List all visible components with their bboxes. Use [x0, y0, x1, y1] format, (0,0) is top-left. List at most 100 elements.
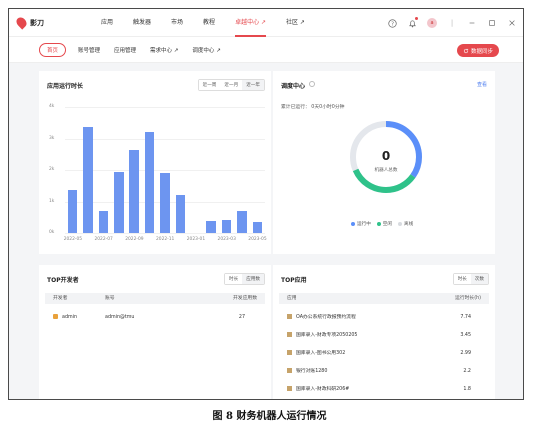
- app-hours-cell: 1.8: [463, 387, 471, 392]
- dev-table-header: 开发者 账号 开发应用数: [45, 293, 265, 304]
- view-link[interactable]: 查看: [477, 81, 487, 88]
- bar-2022-11[interactable]: [160, 173, 170, 233]
- app-name: 影刀: [30, 18, 44, 27]
- tab-demand-center[interactable]: 需求中心 ↗: [150, 46, 178, 54]
- app-name-cell: 国库录入-图书公用302: [287, 345, 345, 363]
- col-app: 应用: [287, 296, 297, 301]
- table-row[interactable]: 国库录入-财政科研206# 1.8: [279, 381, 489, 399]
- table-row[interactable]: 银行对账1280 2.2: [279, 363, 489, 381]
- app-tab-duration[interactable]: 时长: [453, 274, 471, 284]
- top-developers-card: TOP开发者 时长 应用数 开发者 账号 开发应用数 admin admin@t…: [39, 265, 271, 399]
- svg-text:?: ?: [391, 21, 394, 27]
- divider: |: [450, 19, 454, 27]
- legend-dot-offline: [398, 222, 402, 226]
- bar-2022-05[interactable]: [67, 190, 78, 233]
- app-hours-cell: 2.2: [463, 369, 471, 374]
- tab-app-management[interactable]: 应用管理: [114, 46, 136, 54]
- app-icon: [287, 368, 292, 373]
- col-app-count: 开发应用数: [233, 296, 257, 301]
- bar-2022-08[interactable]: [114, 171, 124, 233]
- y-tick-label: 4k: [49, 104, 55, 109]
- x-tick-label: 2022-11: [156, 237, 175, 242]
- figure-caption: 图 8 财务机器人运行情况: [212, 411, 327, 422]
- grid-line: [65, 107, 265, 108]
- app-name-cell: 银行对账1280: [287, 363, 327, 381]
- table-row[interactable]: admin admin@tmu 27: [45, 309, 265, 327]
- info-icon[interactable]: [309, 81, 315, 87]
- range-year[interactable]: 近一年: [242, 80, 264, 90]
- table-row[interactable]: 国库录入-财政专项2050205 3.45: [279, 327, 489, 345]
- nav-apps[interactable]: 应用: [101, 9, 113, 37]
- range-week[interactable]: 近一周: [198, 80, 221, 90]
- dev-sort-tabs: 时长 应用数: [224, 273, 265, 285]
- app-hours-cell: 2.99: [460, 351, 471, 356]
- app-icon: [287, 386, 292, 391]
- help-icon[interactable]: ?: [387, 18, 397, 28]
- bar-2023-05[interactable]: [252, 221, 263, 233]
- bar-2023-04[interactable]: [237, 210, 247, 233]
- bar-2022-10[interactable]: [144, 132, 155, 233]
- bar-2022-06[interactable]: [83, 127, 93, 233]
- app-logo[interactable]: 影刀: [14, 15, 87, 30]
- tab-home[interactable]: 首页: [39, 42, 67, 57]
- donut-legend: 运行中 空闲 离线: [345, 221, 413, 227]
- robot-count-label: 机器人总数: [374, 168, 398, 173]
- notification-dot: [415, 17, 418, 20]
- y-tick-label: 2k: [49, 167, 55, 172]
- x-tick-label: 2022-09: [125, 237, 144, 242]
- runtime-card: 应用运行时长 近一周 近一月 近一年 4k 3k 2k 1k 0k 2022-05 2022…: [39, 71, 271, 254]
- tab-account-management[interactable]: 账号管理: [78, 46, 100, 54]
- bar-2022-09[interactable]: [129, 149, 139, 233]
- sync-button[interactable]: 数据同步: [456, 44, 499, 57]
- x-tick-label: 2023-01: [186, 237, 206, 242]
- nav-tutorials[interactable]: 教程: [203, 9, 215, 37]
- bar-2022-07[interactable]: [98, 210, 109, 233]
- dev-tab-app-count[interactable]: 应用数: [242, 274, 264, 284]
- table-row[interactable]: OA办公系统行政报预约流程 7.74: [279, 309, 489, 327]
- sub-nav: 首页 账号管理 应用管理 需求中心 ↗ 调度中心 ↗: [39, 42, 235, 57]
- top-apps-card: TOP应用 时长 次数 应用 运行时长(h) OA办公系统行政报预约流程 7.7…: [273, 265, 495, 399]
- grid-line: [65, 170, 265, 171]
- minimize-icon[interactable]: [467, 18, 477, 28]
- nav-community[interactable]: 社区 ↗: [286, 9, 305, 37]
- col-runtime: 运行时长(h): [455, 296, 481, 301]
- range-month[interactable]: 近一月: [220, 80, 243, 90]
- legend-running: 运行中: [357, 222, 371, 227]
- top-dev-title: TOP开发者: [47, 277, 79, 284]
- bar-2023-03[interactable]: [221, 220, 232, 233]
- app-tab-count[interactable]: 次数: [470, 274, 488, 284]
- app-name-cell: 国库录入-财政科研206#: [287, 381, 349, 399]
- nav-market[interactable]: 市场: [171, 9, 183, 37]
- app-icon: [287, 332, 292, 337]
- schedule-card: 调度中心 查看 累计已运行： 0天0小时0分钟 0 机器人总数 运行中 空闲 离…: [273, 71, 495, 254]
- app-window: 影刀 应用 触发器 市场 教程 卓越中心 ↗ 社区 ↗ ? a | 首页 账号管…: [8, 8, 524, 400]
- avatar[interactable]: a: [427, 18, 437, 28]
- dev-tab-duration[interactable]: 时长: [225, 274, 243, 284]
- grid-line: [65, 233, 265, 234]
- bar-2023-02[interactable]: [206, 221, 216, 233]
- y-tick-label: 1k: [49, 198, 55, 204]
- tab-schedule-center[interactable]: 调度中心 ↗: [192, 46, 220, 54]
- runtime-title: 应用运行时长: [47, 83, 84, 90]
- app-table-header: 应用 运行时长(h): [279, 293, 489, 304]
- nav-triggers[interactable]: 触发器: [133, 9, 151, 37]
- legend-offline: 离线: [404, 222, 414, 227]
- x-tick-label: 2022-05: [63, 237, 83, 242]
- app-name-cell: 国库录入-财政专项2050205: [287, 327, 357, 345]
- x-tick-label: 2023-03: [217, 237, 236, 242]
- schedule-title: 调度中心: [281, 83, 306, 90]
- x-tick-label: 2022-07: [94, 237, 113, 242]
- nav-excellence-center[interactable]: 卓越中心 ↗: [235, 9, 266, 37]
- col-developer: 开发者: [53, 296, 68, 301]
- close-icon[interactable]: [507, 18, 517, 28]
- table-row[interactable]: 国库录入-图书公用302 2.99: [279, 345, 489, 363]
- maximize-icon[interactable]: [487, 18, 497, 28]
- app-icon: [287, 350, 292, 355]
- bell-icon[interactable]: [407, 17, 418, 28]
- legend-dot-idle: [376, 222, 381, 226]
- bar-2022-12[interactable]: [175, 195, 186, 233]
- robot-count: 0: [381, 149, 391, 163]
- app-hours-cell: 7.74: [460, 315, 471, 320]
- app-hours-cell: 3.45: [460, 333, 471, 338]
- sync-label: 数据同步: [470, 48, 493, 55]
